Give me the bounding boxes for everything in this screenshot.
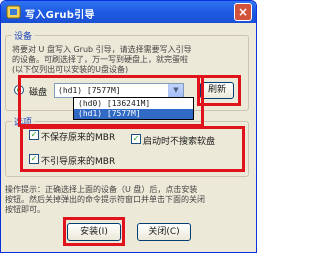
options-group-label: 选项 <box>12 115 35 128</box>
close-icon[interactable]: × <box>234 3 252 21</box>
no-floppy-search-checkbox[interactable]: ✓ <box>131 134 141 144</box>
operation-hint: 操作提示：正确选择上面的设备（U 盘）后，点击安装 按钮。然后关掉弹出的命令提示… <box>5 185 205 214</box>
app-icon <box>6 5 21 19</box>
no-boot-mbr-checkbox[interactable]: ✓ <box>29 154 39 164</box>
disk-radio-button[interactable] <box>14 85 24 95</box>
device-description: 将要对 U 盘写入 Grub 引导，请选择需要写入引导 的设备。可刷选择了，万一… <box>12 45 192 74</box>
window-title: 写入Grub引导 <box>25 10 95 21</box>
grub-dialog-window: 写入Grub引导 × 设备 将要对 U 盘写入 Grub 引导，请选择需要写入引… <box>0 0 257 253</box>
close-button[interactable]: 关闭(C) <box>137 223 191 241</box>
dropdown-arrow-icon[interactable]: ▼ <box>168 84 183 97</box>
no-save-mbr-label: 不保存原来的MBR <box>41 133 116 143</box>
no-save-mbr-checkbox[interactable]: ✓ <box>29 130 39 140</box>
disk-dropdown-list: (hd0) [136241M] (hd1) [7577M] <box>73 97 194 120</box>
disk-select[interactable]: (hd1) [7577M] ▼ <box>54 83 184 98</box>
device-group-label: 设备 <box>12 29 35 42</box>
disk-select-value: (hd1) [7577M] <box>58 86 121 95</box>
dropdown-option-selected[interactable]: (hd1) [7577M] <box>74 109 193 119</box>
title-bar[interactable]: 写入Grub引导 × <box>1 1 256 23</box>
no-boot-mbr-label: 不引导原来的MBR <box>41 157 116 167</box>
install-button[interactable]: 安装(I) <box>67 223 121 241</box>
no-floppy-search-label: 启动时不搜索软盘 <box>143 137 216 147</box>
refresh-button[interactable]: 刷新 <box>200 82 234 99</box>
disk-radio-label: 磁盘 <box>29 88 48 98</box>
dropdown-option[interactable]: (hd0) [136241M] <box>74 99 193 109</box>
